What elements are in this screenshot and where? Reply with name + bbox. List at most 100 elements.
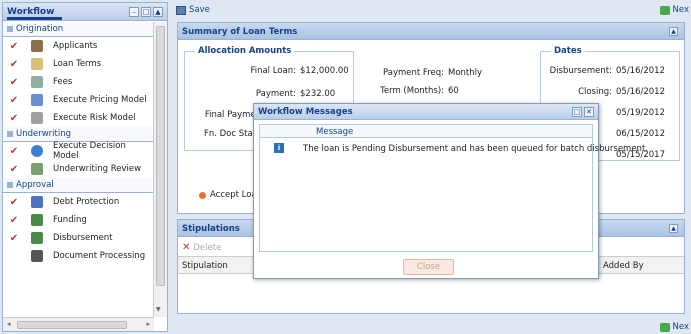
task-execute-decision-model[interactable]: ✔ Execute Decision Model bbox=[3, 141, 154, 161]
decision-model-icon bbox=[30, 145, 43, 157]
maximize-button[interactable]: □ bbox=[572, 107, 582, 117]
applicants-icon bbox=[31, 40, 43, 52]
workflow-title: Workflow bbox=[7, 7, 55, 17]
final-loan-value: $12,000.00 bbox=[300, 66, 349, 76]
collapse-icon[interactable]: ▲ bbox=[669, 224, 678, 233]
bottom-next-label: Nex bbox=[672, 322, 689, 332]
section-underwriting[interactable]: Underwriting bbox=[3, 127, 154, 142]
scrollbar-thumb[interactable] bbox=[156, 26, 165, 286]
disbursement-date-label: Disbursement: bbox=[549, 66, 612, 76]
scroll-right-icon[interactable]: ▸ bbox=[146, 320, 150, 328]
task-label: Funding bbox=[53, 215, 87, 225]
task-document-processing[interactable]: Document Processing bbox=[3, 247, 154, 265]
next-arrow-icon bbox=[659, 322, 670, 332]
delete-label: Delete bbox=[193, 242, 222, 253]
workflow-panel: Workflow – □ ▲ Origination ✔ Applicants … bbox=[2, 2, 168, 332]
loan-terms-icon bbox=[31, 58, 43, 70]
scrollbar-thumb[interactable] bbox=[17, 321, 127, 329]
date-row-3: 05/19/2012 bbox=[616, 108, 665, 118]
checkmark-icon: ✔ bbox=[9, 94, 19, 106]
bottom-next-button[interactable]: Nex bbox=[659, 322, 689, 332]
payment-row: Payment: $232.00 bbox=[256, 89, 336, 99]
risk-model-icon bbox=[31, 112, 43, 124]
task-label: Fees bbox=[53, 77, 73, 87]
close-icon[interactable]: ✕ bbox=[584, 107, 594, 117]
scroll-left-icon[interactable]: ◂ bbox=[7, 320, 11, 328]
checkmark-icon: ✔ bbox=[9, 58, 19, 70]
task-underwriting-review[interactable]: ✔ Underwriting Review bbox=[3, 160, 154, 178]
task-disbursement[interactable]: ✔ Disbursement bbox=[3, 229, 154, 247]
dialog-title: Workflow Messages bbox=[258, 107, 353, 117]
section-approval[interactable]: Approval bbox=[3, 178, 154, 193]
task-debt-protection[interactable]: ✔ Debt Protection bbox=[3, 193, 154, 211]
save-icon bbox=[176, 5, 186, 15]
payment-value: $232.00 bbox=[300, 89, 336, 99]
task-loan-terms[interactable]: ✔ Loan Terms bbox=[3, 55, 154, 73]
final-loan-row: Final Loan: $12,000.00 bbox=[250, 66, 349, 76]
radio-dot-icon bbox=[199, 191, 206, 199]
checkmark-icon: ✔ bbox=[9, 163, 19, 175]
collapse-icon[interactable]: ▲ bbox=[669, 27, 678, 36]
column-added-by[interactable]: Added By bbox=[603, 261, 644, 271]
task-execute-risk-model[interactable]: ✔ Execute Risk Model bbox=[3, 109, 154, 127]
delete-icon: ✕ bbox=[182, 242, 191, 253]
task-fees[interactable]: ✔ Fees bbox=[3, 73, 154, 91]
dates-legend: Dates bbox=[551, 46, 585, 56]
task-label: Underwriting Review bbox=[53, 164, 142, 174]
task-applicants[interactable]: ✔ Applicants bbox=[3, 37, 154, 55]
summary-title: Summary of Loan Terms bbox=[182, 27, 298, 37]
closing-date-row: Closing: 05/16/2012 bbox=[578, 87, 665, 97]
fees-icon bbox=[31, 76, 43, 88]
workflow-messages-dialog: Workflow Messages □ ✕ Message i The loan… bbox=[253, 103, 648, 279]
close-button[interactable]: Close bbox=[403, 259, 454, 275]
summary-header: Summary of Loan Terms ▲ bbox=[178, 23, 684, 40]
payment-freq-value: Monthly bbox=[448, 68, 483, 78]
workflow-header: Workflow – □ ▲ bbox=[3, 3, 167, 21]
payment-freq-row: Payment Freq: Monthly bbox=[383, 68, 483, 78]
allocation-legend: Allocation Amounts bbox=[195, 46, 295, 56]
checkmark-icon: ✔ bbox=[9, 112, 19, 124]
stipulations-title: Stipulations bbox=[182, 224, 240, 234]
task-label: Debt Protection bbox=[53, 197, 120, 207]
disbursement-date-row: Disbursement: 05/16/2012 bbox=[550, 66, 665, 76]
save-label: Save bbox=[189, 5, 210, 15]
column-message[interactable]: Message bbox=[316, 127, 353, 137]
section-label: Approval bbox=[16, 179, 54, 190]
checkmark-icon: ✔ bbox=[9, 145, 19, 157]
term-value: 60 bbox=[448, 86, 459, 96]
message-row[interactable]: i The loan is Pending Disbursement and h… bbox=[260, 138, 648, 156]
maximize-button[interactable]: □ bbox=[141, 7, 151, 17]
section-origination[interactable]: Origination bbox=[3, 22, 154, 37]
checkmark-icon: ✔ bbox=[9, 214, 19, 226]
closing-date-value: 05/16/2012 bbox=[616, 87, 665, 97]
task-label: Execute Decision Model bbox=[52, 141, 126, 161]
date-row-4: 06/15/2012 bbox=[616, 129, 665, 139]
task-label: Applicants bbox=[53, 41, 98, 51]
task-label: Execute Pricing Model bbox=[53, 95, 147, 105]
task-execute-pricing-model[interactable]: ✔ Execute Pricing Model bbox=[3, 91, 154, 109]
delete-button[interactable]: ✕ Delete bbox=[182, 242, 221, 253]
save-button[interactable]: Save bbox=[176, 5, 210, 15]
next-label: Nex bbox=[672, 5, 689, 15]
pricing-model-icon bbox=[31, 94, 43, 106]
info-icon: i bbox=[274, 143, 284, 153]
dialog-header: Workflow Messages □ ✕ bbox=[254, 104, 598, 120]
final-loan-label: Final Loan: bbox=[250, 66, 296, 76]
scroll-down-icon[interactable]: ▼ bbox=[156, 306, 161, 313]
task-label: Execute Risk Model bbox=[53, 113, 136, 123]
minimize-button[interactable]: – bbox=[129, 7, 139, 17]
section-collapse-icon bbox=[7, 182, 13, 188]
payment-freq-label: Payment Freq: bbox=[383, 68, 444, 78]
collapse-button[interactable]: ▲ bbox=[153, 7, 163, 17]
column-stipulation[interactable]: Stipulation bbox=[182, 261, 228, 271]
next-button[interactable]: Nex bbox=[659, 5, 689, 15]
section-collapse-icon bbox=[7, 26, 13, 32]
vertical-scrollbar[interactable]: ▼ bbox=[153, 22, 167, 317]
disbursement-date-value: 05/16/2012 bbox=[616, 66, 665, 76]
toolbar: Save Nex bbox=[172, 2, 691, 18]
horizontal-scrollbar[interactable]: ◂ ▸ bbox=[3, 317, 154, 331]
task-funding[interactable]: ✔ Funding bbox=[3, 211, 154, 229]
term-row: Term (Months): 60 bbox=[380, 86, 459, 96]
task-label: Loan Terms bbox=[53, 59, 102, 69]
messages-grid: Message i The loan is Pending Disburseme… bbox=[259, 124, 648, 252]
